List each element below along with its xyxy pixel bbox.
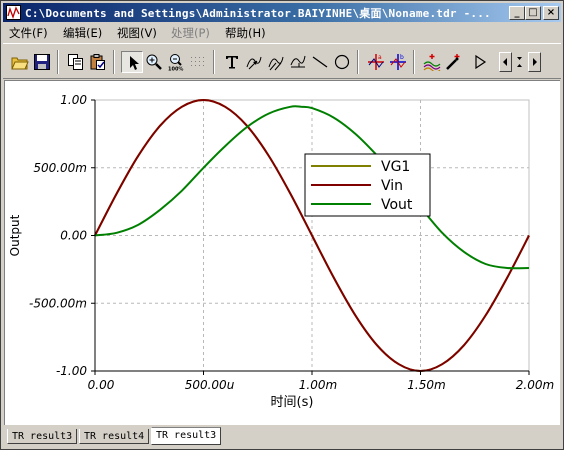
play-icon[interactable]	[469, 51, 491, 73]
close-button[interactable]: ×	[543, 6, 559, 20]
scroll-thumb[interactable]	[512, 51, 526, 73]
minimize-button[interactable]: _	[509, 6, 525, 20]
copy-icon[interactable]	[65, 51, 87, 73]
multi-annotation-icon[interactable]	[265, 51, 287, 73]
y-axis-label: Output	[8, 214, 22, 256]
zoom-in-icon[interactable]	[143, 51, 165, 73]
tab-tr-result4[interactable]: TR result4	[79, 429, 150, 444]
cursor-a-icon[interactable]: a	[365, 51, 387, 73]
menu-file[interactable]: 文件(F)	[9, 25, 48, 41]
menu-view[interactable]: 视图(V)	[117, 25, 157, 41]
paste-icon[interactable]	[87, 51, 109, 73]
window-title: C:\Documents and Settings\Administrator.…	[25, 7, 491, 20]
legend-label-vg1: VG1	[381, 159, 410, 175]
menu-help[interactable]: 帮助(H)	[225, 25, 266, 41]
y-tick-label: -500.00m	[29, 296, 87, 310]
toolbar: 100% a b	[3, 43, 561, 79]
level-annotation-icon[interactable]	[287, 51, 309, 73]
tab-tr-result3-a[interactable]: TR result3	[7, 429, 78, 444]
menu-process[interactable]: 处理(P)	[171, 25, 210, 41]
x-tick-label: 500.00u	[185, 378, 235, 392]
x-tick-label: 1.00m	[299, 378, 337, 392]
toolbar-separator	[357, 50, 359, 74]
app-icon[interactable]	[6, 5, 21, 20]
save-icon[interactable]	[31, 51, 53, 73]
result-tabs: TR result3 TR result4 TR result3	[4, 426, 560, 448]
pointer-icon[interactable]	[121, 51, 143, 73]
scroll-right-icon[interactable]	[528, 52, 541, 72]
text-icon[interactable]	[221, 51, 243, 73]
legend-label-vout: Vout	[381, 197, 413, 213]
arrow-annotation-icon[interactable]	[243, 51, 265, 73]
circle-icon[interactable]	[331, 51, 353, 73]
y-tick-label: 0.00	[60, 229, 87, 243]
y-tick-label: 500.00m	[33, 161, 87, 175]
x-tick-label: 0.00	[88, 378, 115, 392]
probe-icon[interactable]	[443, 51, 465, 73]
chart-area[interactable]: 0.00 500.00u 1.00m 1.50m 2.00m 1.00 500.00m 0.0…	[4, 80, 560, 425]
y-tick-label: -1.00	[56, 364, 87, 378]
cursor-b-icon[interactable]: b	[387, 51, 409, 73]
x-tick-label: 1.50m	[407, 378, 445, 392]
toolbar-separator	[213, 50, 215, 74]
waveform-icon[interactable]	[421, 51, 443, 73]
grid-icon[interactable]	[187, 51, 209, 73]
svg-text:b: b	[400, 54, 404, 61]
line-icon[interactable]	[309, 51, 331, 73]
toolbar-separator	[113, 50, 115, 74]
title-bar[interactable]: C:\Documents and Settings\Administrator.…	[3, 3, 561, 22]
x-tick-label: 2.00m	[516, 378, 554, 392]
scroll-left-icon[interactable]	[499, 52, 512, 72]
x-axis-label: 时间(s)	[271, 395, 314, 410]
application-window: C:\Documents and Settings\Administrator.…	[0, 0, 564, 450]
legend-label-vin: Vin	[381, 178, 403, 194]
svg-text:100%: 100%	[168, 67, 183, 72]
tab-tr-result3-b[interactable]: TR result3	[151, 427, 222, 445]
menu-bar: 文件(F) 编辑(E) 视图(V) 处理(P) 帮助(H)	[3, 23, 561, 41]
menu-edit[interactable]: 编辑(E)	[63, 25, 102, 41]
maximize-button[interactable]: □	[525, 6, 541, 20]
svg-text:a: a	[378, 54, 382, 61]
open-folder-icon[interactable]	[9, 51, 31, 73]
waveform-plot[interactable]: 0.00 500.00u 1.00m 1.50m 2.00m 1.00 500.00m 0.0…	[5, 81, 560, 425]
toolbar-separator	[57, 50, 59, 74]
y-tick-label: 1.00	[60, 93, 87, 107]
toolbar-separator	[413, 50, 415, 74]
zoom-100-icon[interactable]: 100%	[165, 51, 187, 73]
